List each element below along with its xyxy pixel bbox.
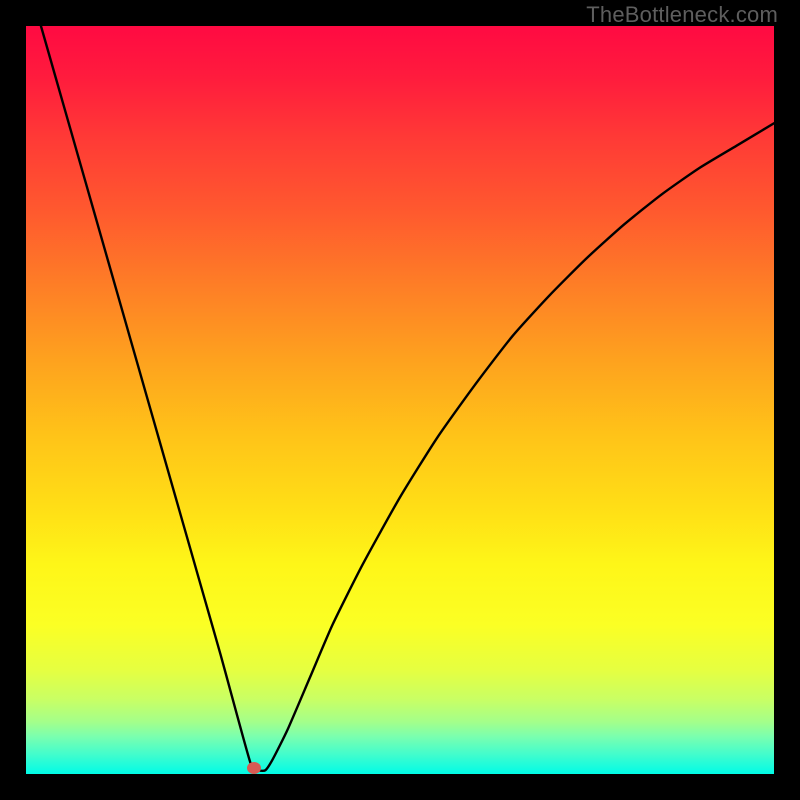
chart-container: TheBottleneck.com: [0, 0, 800, 800]
plot-area: [26, 26, 774, 774]
marker-dot: [247, 762, 261, 774]
background-gradient: [26, 26, 774, 774]
watermark-text: TheBottleneck.com: [586, 2, 778, 28]
